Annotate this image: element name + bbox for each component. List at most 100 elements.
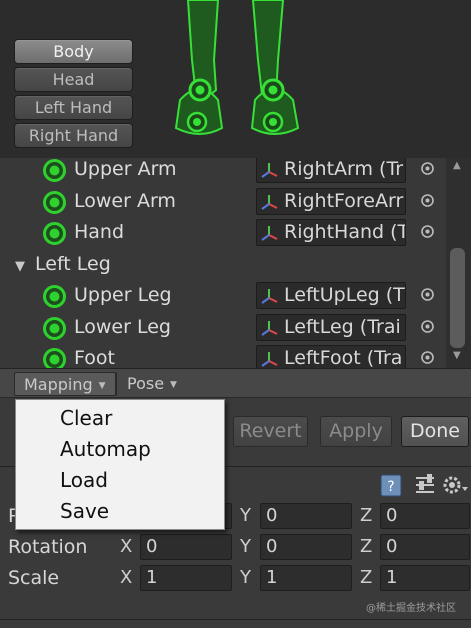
transform-axis-icon: [261, 352, 278, 367]
bone-reference-text: LeftLeg (Trai: [284, 316, 401, 338]
bone-label: Upper Leg: [74, 284, 172, 306]
bone-status-dot-icon[interactable]: [42, 347, 67, 368]
bone-row-foot: Foot LeftFoot (Tra: [0, 344, 446, 368]
mapping-toolbar: Mapping ▼ Pose ▼: [0, 368, 471, 398]
pose-caret-icon: ▼: [170, 380, 177, 390]
rotation-z-axis-label: Z: [360, 536, 373, 557]
mapping-dropdown-button[interactable]: Mapping ▼: [14, 372, 116, 396]
bone-status-dot-icon[interactable]: [42, 158, 67, 183]
bone-status-dot-icon[interactable]: [42, 190, 67, 215]
bone-list-scrollbar[interactable]: ▲ ▼: [446, 158, 471, 368]
expand-arrow-icon[interactable]: ▼: [15, 259, 25, 274]
rotation-y-axis-label: Y: [240, 536, 251, 557]
bone-label: Lower Arm: [74, 190, 176, 212]
bone-row-upper-arm: Upper Arm RightArm (Tr: [0, 158, 446, 186]
scale-z-axis-label: Z: [360, 567, 373, 588]
bone-reference-text: LeftUpLeg (T: [284, 284, 405, 306]
bone-reference-text: RightHand (T: [284, 221, 406, 243]
mapping-label: Mapping: [24, 375, 93, 394]
scrollbar-thumb[interactable]: [450, 248, 465, 348]
bone-transform-field[interactable]: LeftLeg (Trai: [256, 314, 406, 341]
next-component-header: [0, 619, 471, 628]
menu-item-save[interactable]: Save: [17, 496, 224, 527]
menu-item-clear[interactable]: Clear: [17, 403, 224, 434]
rotation-label: Rotation: [8, 536, 88, 558]
bone-label: Lower Leg: [74, 316, 171, 338]
rotation-y-field[interactable]: 0: [260, 534, 352, 560]
bone-status-dot-icon[interactable]: [42, 221, 67, 246]
scale-y-field[interactable]: 1: [260, 565, 352, 591]
right-foot-marker[interactable]: [262, 111, 284, 133]
scale-y-axis-label: Y: [240, 567, 251, 588]
menu-item-load[interactable]: Load: [17, 465, 224, 496]
left-knee-marker[interactable]: [188, 78, 212, 102]
transform-axis-icon: [261, 289, 278, 304]
object-picker-icon[interactable]: [420, 224, 435, 239]
help-book-icon[interactable]: ?: [380, 474, 402, 497]
apply-button[interactable]: Apply: [320, 416, 392, 447]
scroll-up-arrow-icon[interactable]: ▲: [453, 160, 461, 171]
scale-row: Scale X 1 Y 1 Z 1: [0, 564, 471, 594]
bone-row-lower-leg: Lower Leg LeftLeg (Trai: [0, 313, 446, 344]
rotation-x-field[interactable]: 0: [140, 534, 232, 560]
bone-row-lower-arm: Lower Arm RightForeArr: [0, 187, 446, 218]
transform-axis-icon: [261, 195, 278, 210]
bone-status-dot-icon[interactable]: [42, 316, 67, 341]
left-hand-button[interactable]: Left Hand: [14, 95, 133, 120]
menu-item-automap[interactable]: Automap: [17, 434, 224, 465]
right-knee-marker[interactable]: [261, 78, 285, 102]
rotation-x-axis-label: X: [120, 536, 133, 557]
scroll-down-arrow-icon[interactable]: ▼: [453, 350, 461, 361]
svg-text:?: ?: [387, 479, 394, 495]
bone-transform-field[interactable]: RightForeArr: [256, 188, 406, 215]
position-z-field[interactable]: 0: [380, 503, 470, 529]
object-picker-icon[interactable]: [420, 161, 435, 176]
rotation-z-field[interactable]: 0: [380, 534, 470, 560]
bone-mapping-list: Upper Arm RightArm (Tr Lower Arm RightForeA…: [0, 158, 446, 368]
scale-z-field[interactable]: 1: [380, 565, 470, 591]
bone-reference-text: LeftFoot (Tra: [284, 347, 403, 368]
bone-label: Foot: [74, 347, 115, 368]
bone-row-hand: Hand RightHand (T: [0, 218, 446, 249]
bone-transform-field[interactable]: RightHand (T: [256, 219, 406, 246]
group-label: Left Leg: [35, 253, 111, 275]
rotation-row: Rotation X 0 Y 0 Z 0: [0, 533, 471, 563]
revert-button[interactable]: Revert: [233, 416, 308, 447]
bone-reference-text: RightForeArr: [284, 190, 404, 212]
scale-x-axis-label: X: [120, 567, 133, 588]
transform-axis-icon: [261, 321, 278, 336]
bone-transform-field[interactable]: LeftUpLeg (T: [256, 282, 406, 309]
inspector-header-icons: ?: [380, 474, 468, 497]
position-z-axis-label: Z: [360, 505, 373, 526]
bone-label: Upper Arm: [74, 158, 177, 180]
scale-label: Scale: [8, 567, 60, 589]
position-y-axis-label: Y: [240, 505, 251, 526]
avatar-preview: Body Head Left Hand Right Hand: [0, 0, 471, 158]
transform-axis-icon: [261, 163, 278, 178]
left-foot-marker[interactable]: [186, 111, 208, 133]
scale-x-field[interactable]: 1: [140, 565, 232, 591]
watermark-text: @稀土掘金技术社区: [366, 603, 456, 614]
bone-row-upper-leg: Upper Leg LeftUpLeg (T: [0, 281, 446, 312]
preset-sliders-icon[interactable]: [416, 474, 434, 493]
position-y-field[interactable]: 0: [260, 503, 352, 529]
body-button[interactable]: Body: [14, 39, 133, 64]
transform-axis-icon: [261, 226, 278, 241]
mapping-caret-icon: ▼: [98, 381, 106, 391]
group-row-left-leg[interactable]: ▼ Left Leg: [0, 250, 446, 281]
object-picker-icon[interactable]: [420, 319, 435, 334]
object-picker-icon[interactable]: [420, 287, 435, 302]
bone-status-dot-icon[interactable]: [42, 284, 67, 309]
bone-transform-field[interactable]: LeftFoot (Tra: [256, 345, 406, 368]
bone-reference-text: RightArm (Tr: [284, 158, 404, 180]
bone-transform-field[interactable]: RightArm (Tr: [256, 158, 406, 183]
object-picker-icon[interactable]: [420, 350, 435, 365]
head-button[interactable]: Head: [14, 67, 133, 92]
done-button[interactable]: Done: [401, 416, 469, 447]
pose-dropdown-button[interactable]: Pose ▼: [116, 372, 186, 396]
bone-label: Hand: [74, 221, 125, 243]
pose-label: Pose: [127, 374, 165, 393]
object-picker-icon[interactable]: [420, 193, 435, 208]
right-hand-button[interactable]: Right Hand: [14, 123, 133, 148]
gear-icon[interactable]: [443, 476, 468, 494]
